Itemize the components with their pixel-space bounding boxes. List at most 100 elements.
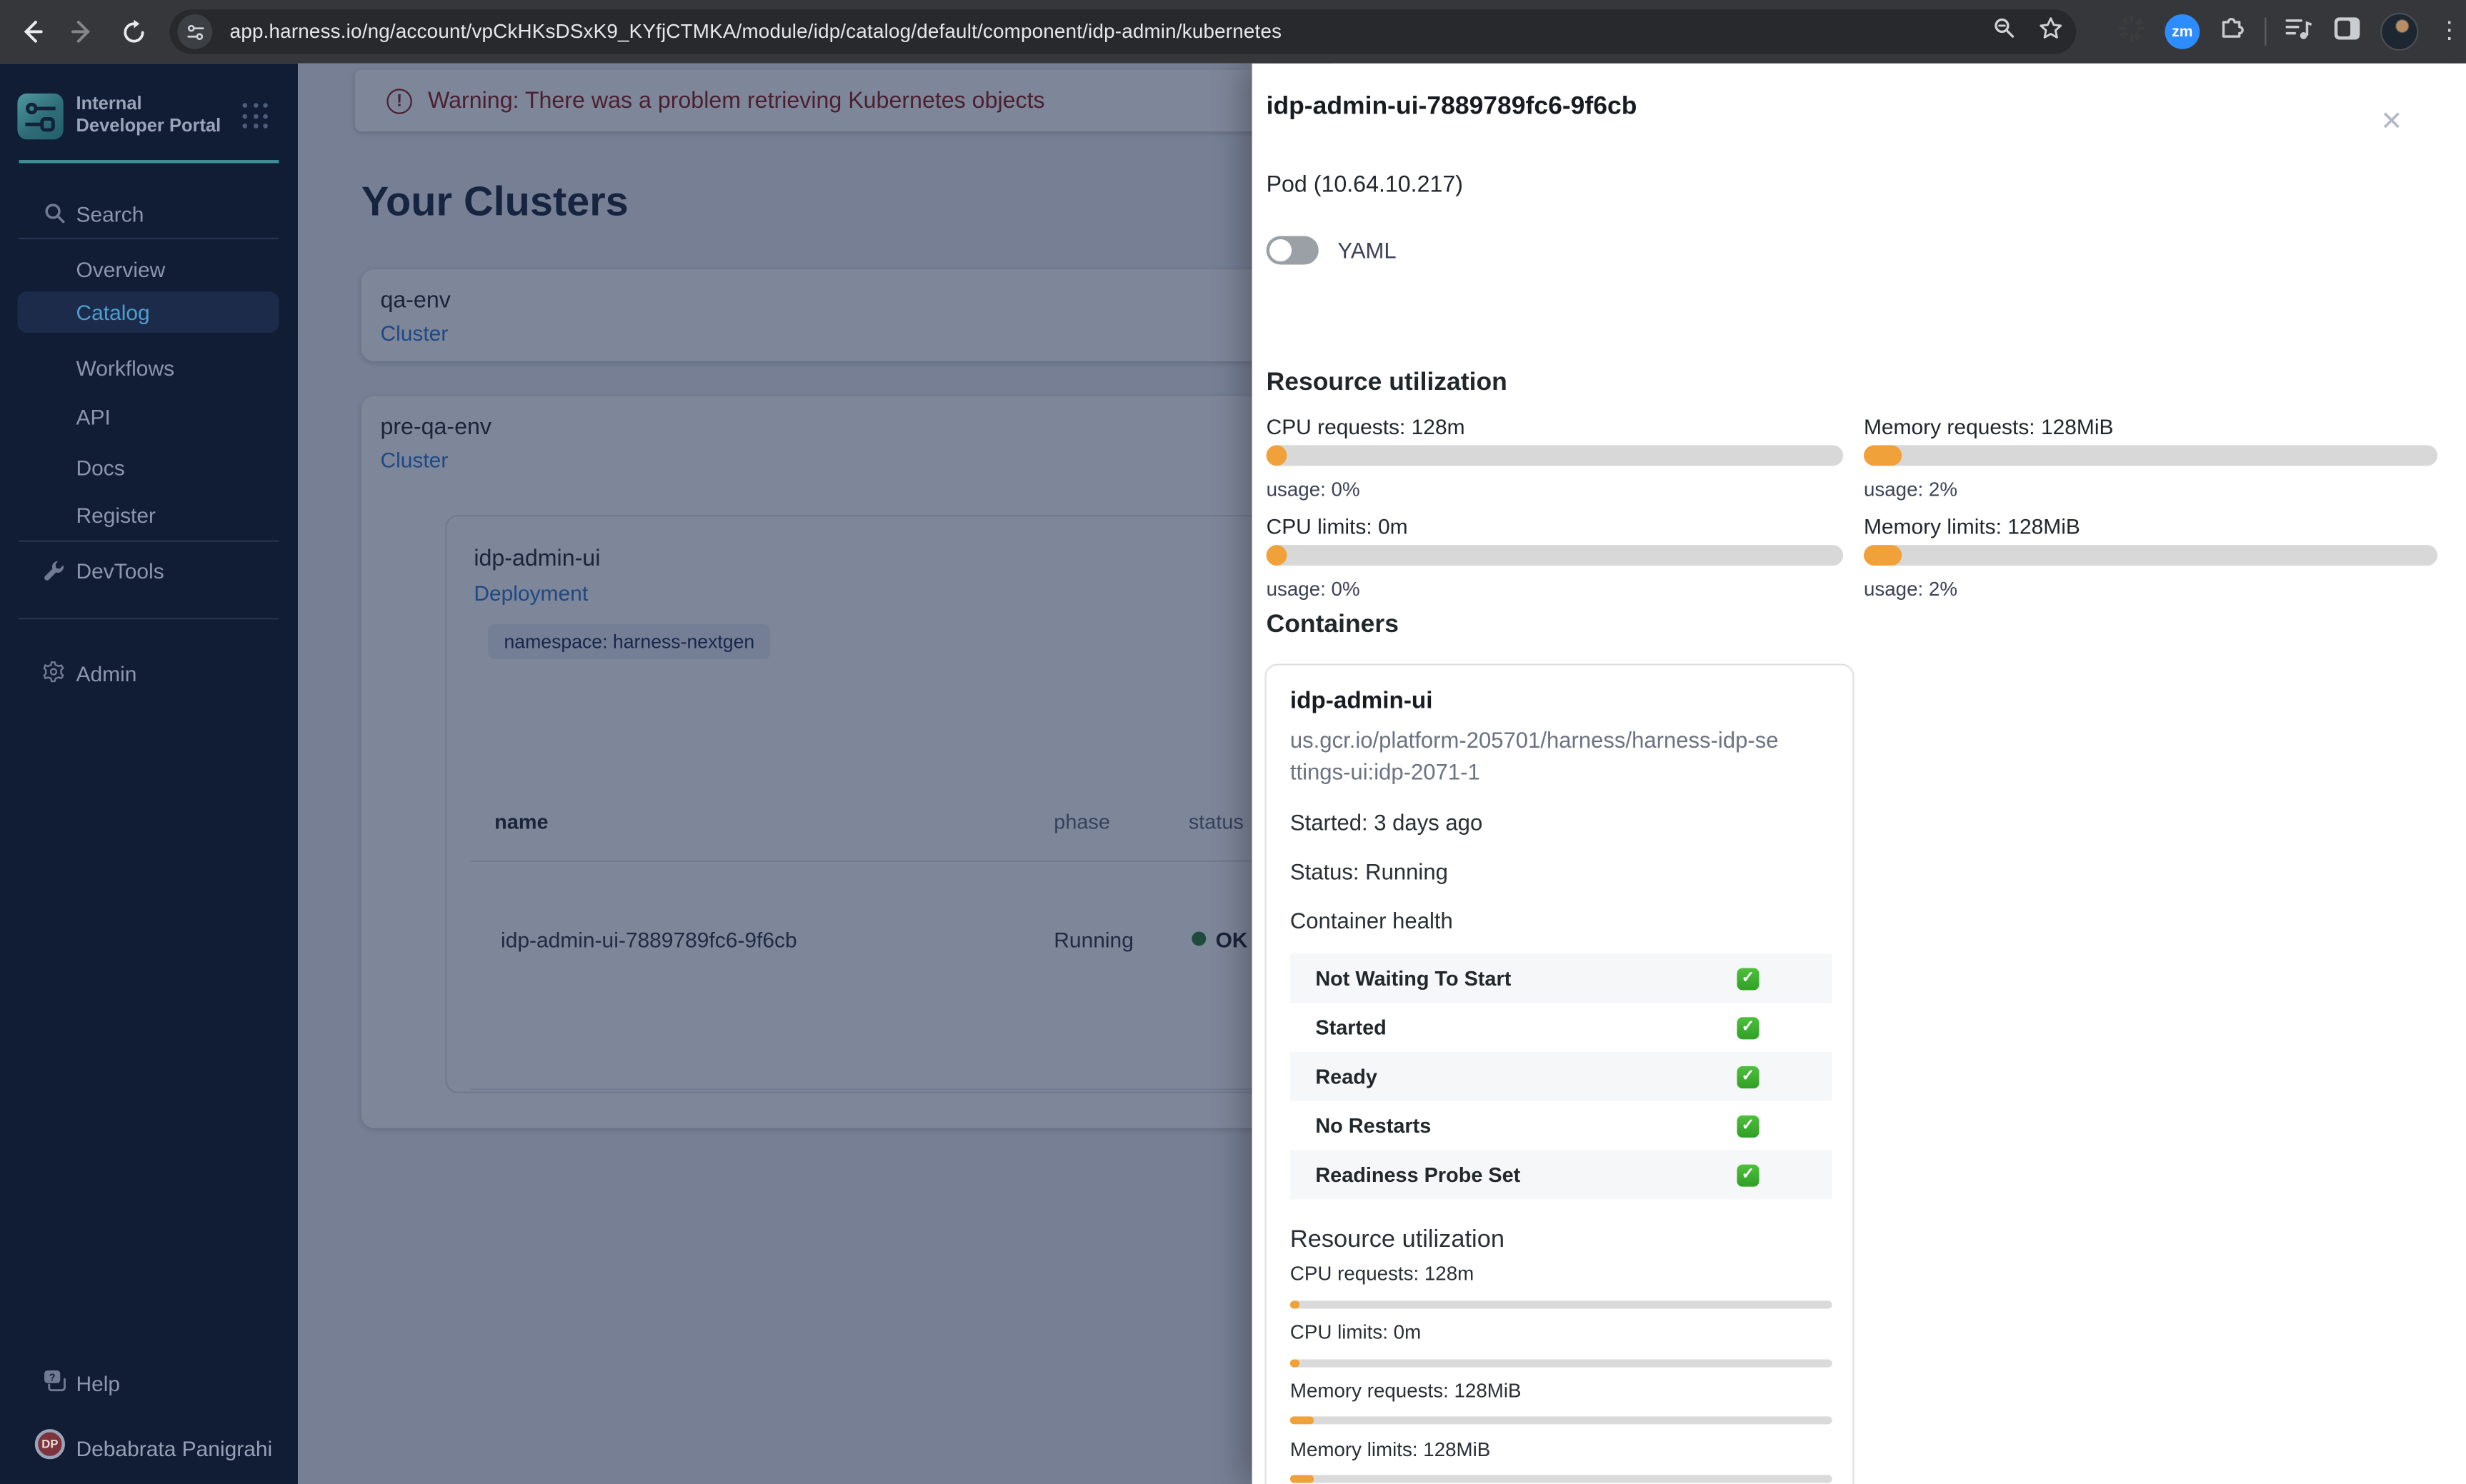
progress-bar — [1266, 545, 1844, 566]
zoom-extension-icon[interactable]: zm — [2165, 14, 2200, 49]
browser-menu-icon[interactable]: ⋮ — [2437, 19, 2461, 43]
check-passed-icon: ✓ — [1737, 967, 1759, 990]
check-passed-icon: ✓ — [1737, 1163, 1759, 1186]
url-text: app.harness.io/ng/account/vpCkHKsDSxK9_K… — [229, 20, 1282, 43]
extensions-puzzle-icon[interactable] — [2219, 14, 2246, 49]
bookmark-star-icon[interactable] — [2038, 15, 2063, 49]
user-name: Debabrata Panigrahi — [76, 1437, 273, 1461]
progress-bar — [1266, 445, 1844, 466]
pod-status-cell: OK — [1215, 928, 1248, 953]
yaml-toggle-label: YAML — [1337, 237, 1397, 264]
sidebar-item-catalog[interactable]: Catalog — [17, 291, 279, 333]
sidebar-user[interactable]: DP Debabrata Panigrahi — [0, 1429, 298, 1467]
progress-bar — [1863, 445, 2438, 466]
sidebar-divider — [19, 618, 279, 620]
health-check-row: Readiness Probe Set ✓ — [1289, 1150, 1832, 1200]
forward-icon[interactable] — [64, 13, 101, 51]
deployment-card: idp-admin-ui Deployment namespace: harne… — [445, 515, 1333, 1093]
svg-text:?: ? — [49, 1373, 56, 1384]
profile-avatar[interactable] — [2380, 12, 2419, 51]
container-health-heading: Container health — [1289, 908, 1453, 933]
check-passed-icon: ✓ — [1737, 1016, 1759, 1039]
check-passed-icon: ✓ — [1737, 1065, 1759, 1088]
drawer-title: idp-admin-ui-7889789fc6-9f6cb — [1266, 93, 1637, 121]
sidebar-item-workflows[interactable]: Workflows — [0, 350, 298, 385]
container-name: idp-admin-ui — [1289, 687, 1433, 715]
help-chat-icon: ? — [43, 1369, 66, 1398]
spinner-extension-icon[interactable] — [2117, 14, 2146, 50]
yaml-toggle-row: YAML — [1266, 236, 1397, 265]
apps-grid-icon[interactable] — [242, 103, 269, 130]
page-title: Your Clusters — [361, 177, 629, 226]
deployment-name: idp-admin-ui — [474, 546, 601, 572]
resource-utilization-meters: CPU requests: 128m usage: 0% Memory requ… — [1266, 415, 2452, 601]
meter-memory-limits: Memory limits: 128MiB usage: 2% — [1863, 515, 2438, 601]
namespace-badge: namespace: harness-nextgen — [488, 624, 771, 659]
progress-bar — [1289, 1475, 1832, 1483]
brand-divider — [19, 160, 279, 164]
table-divider — [470, 860, 1332, 862]
table-divider — [470, 1088, 1332, 1091]
yaml-toggle[interactable] — [1266, 236, 1319, 265]
gear-icon — [43, 661, 66, 689]
close-icon[interactable]: ✕ — [2380, 108, 2403, 135]
progress-bar — [1863, 545, 2438, 566]
sidebar-item-admin[interactable]: Admin — [0, 656, 298, 691]
table-header-name: name — [494, 809, 549, 833]
container-status: Status: Running — [1289, 858, 1448, 884]
progress-bar — [1289, 1416, 1832, 1425]
deployment-kind-link[interactable]: Deployment — [474, 581, 588, 605]
toolbar-separator — [2265, 17, 2267, 46]
browser-toolbar: app.harness.io/ng/account/vpCkHKsDSxK9_K… — [0, 0, 2466, 64]
warning-text: Warning: There was a problem retrieving … — [427, 88, 1045, 114]
pod-details-drawer: idp-admin-ui-7889789fc6-9f6cb ✕ Pod (10.… — [1252, 63, 2466, 1484]
status-dot — [1192, 931, 1207, 946]
brand-title: Internal Developer Portal — [76, 95, 221, 136]
user-avatar: DP — [34, 1429, 65, 1460]
sidebar-item-search[interactable]: Search — [0, 196, 298, 231]
toggle-thumb — [1269, 239, 1292, 262]
sidebar-divider — [19, 237, 279, 239]
container-resource-heading: Resource utilization — [1289, 1226, 1504, 1253]
search-icon — [43, 201, 66, 230]
sidebar-item-overview[interactable]: Overview — [0, 252, 298, 287]
reload-icon[interactable] — [114, 13, 152, 51]
media-controls-icon[interactable] — [2285, 15, 2314, 49]
cluster-card-pre-qa-env: pre-qa-env Cluster idp-admin-ui Deployme… — [361, 396, 1333, 1128]
health-check-row: No Restarts ✓ — [1290, 1101, 1832, 1150]
sidebar-item-register[interactable]: Register — [0, 498, 298, 533]
container-image: us.gcr.io/platform-205701/harness/harnes… — [1289, 727, 1779, 785]
progress-bar — [1289, 1359, 1832, 1368]
sidebar-item-help[interactable]: ? Help — [0, 1365, 298, 1400]
pod-phase-cell: Running — [1054, 928, 1134, 953]
containers-heading: Containers — [1266, 611, 1399, 639]
cluster-kind-link[interactable]: Cluster — [380, 448, 448, 472]
meter-cpu-requests: CPU requests: 128m usage: 0% — [1266, 415, 1844, 501]
side-panel-icon[interactable] — [2333, 15, 2362, 49]
pod-subtitle: Pod (10.64.10.217) — [1266, 172, 1464, 199]
sidebar-item-api[interactable]: API — [0, 399, 298, 434]
resource-utilization-heading: Resource utilization — [1266, 369, 1507, 396]
address-bar[interactable]: app.harness.io/ng/account/vpCkHKsDSxK9_K… — [169, 9, 2077, 54]
back-icon[interactable] — [13, 13, 51, 51]
portal-logo — [17, 93, 64, 140]
progress-bar — [1289, 1300, 1832, 1309]
health-check-row: Started ✓ — [1290, 1003, 1832, 1052]
cluster-name: qa-env — [380, 288, 451, 314]
main-content: ! Warning: There was a problem retrievin… — [298, 63, 1333, 1484]
wrench-icon — [43, 559, 65, 586]
sidebar-item-docs[interactable]: Docs — [0, 450, 298, 485]
search-icon[interactable] — [1992, 16, 2016, 47]
container-card: idp-admin-ui us.gcr.io/platform-205701/h… — [1264, 663, 1855, 1484]
health-check-row: Ready ✓ — [1289, 1052, 1832, 1101]
meter-memory-requests: Memory requests: 128MiB usage: 2% — [1863, 415, 2438, 501]
app-window: app.harness.io/ng/account/vpCkHKsDSxK9_K… — [0, 0, 2466, 1484]
sidebar-item-devtools[interactable]: DevTools — [0, 553, 298, 588]
cluster-kind-link[interactable]: Cluster — [380, 321, 448, 345]
check-passed-icon: ✓ — [1737, 1114, 1759, 1137]
cluster-card-qa-env: qa-env Cluster — [361, 269, 1312, 361]
sidebar-divider — [19, 540, 279, 542]
health-check-row: Not Waiting To Start ✓ — [1289, 953, 1832, 1003]
container-started: Started: 3 days ago — [1289, 809, 1483, 836]
site-info-icon[interactable] — [177, 14, 213, 49]
